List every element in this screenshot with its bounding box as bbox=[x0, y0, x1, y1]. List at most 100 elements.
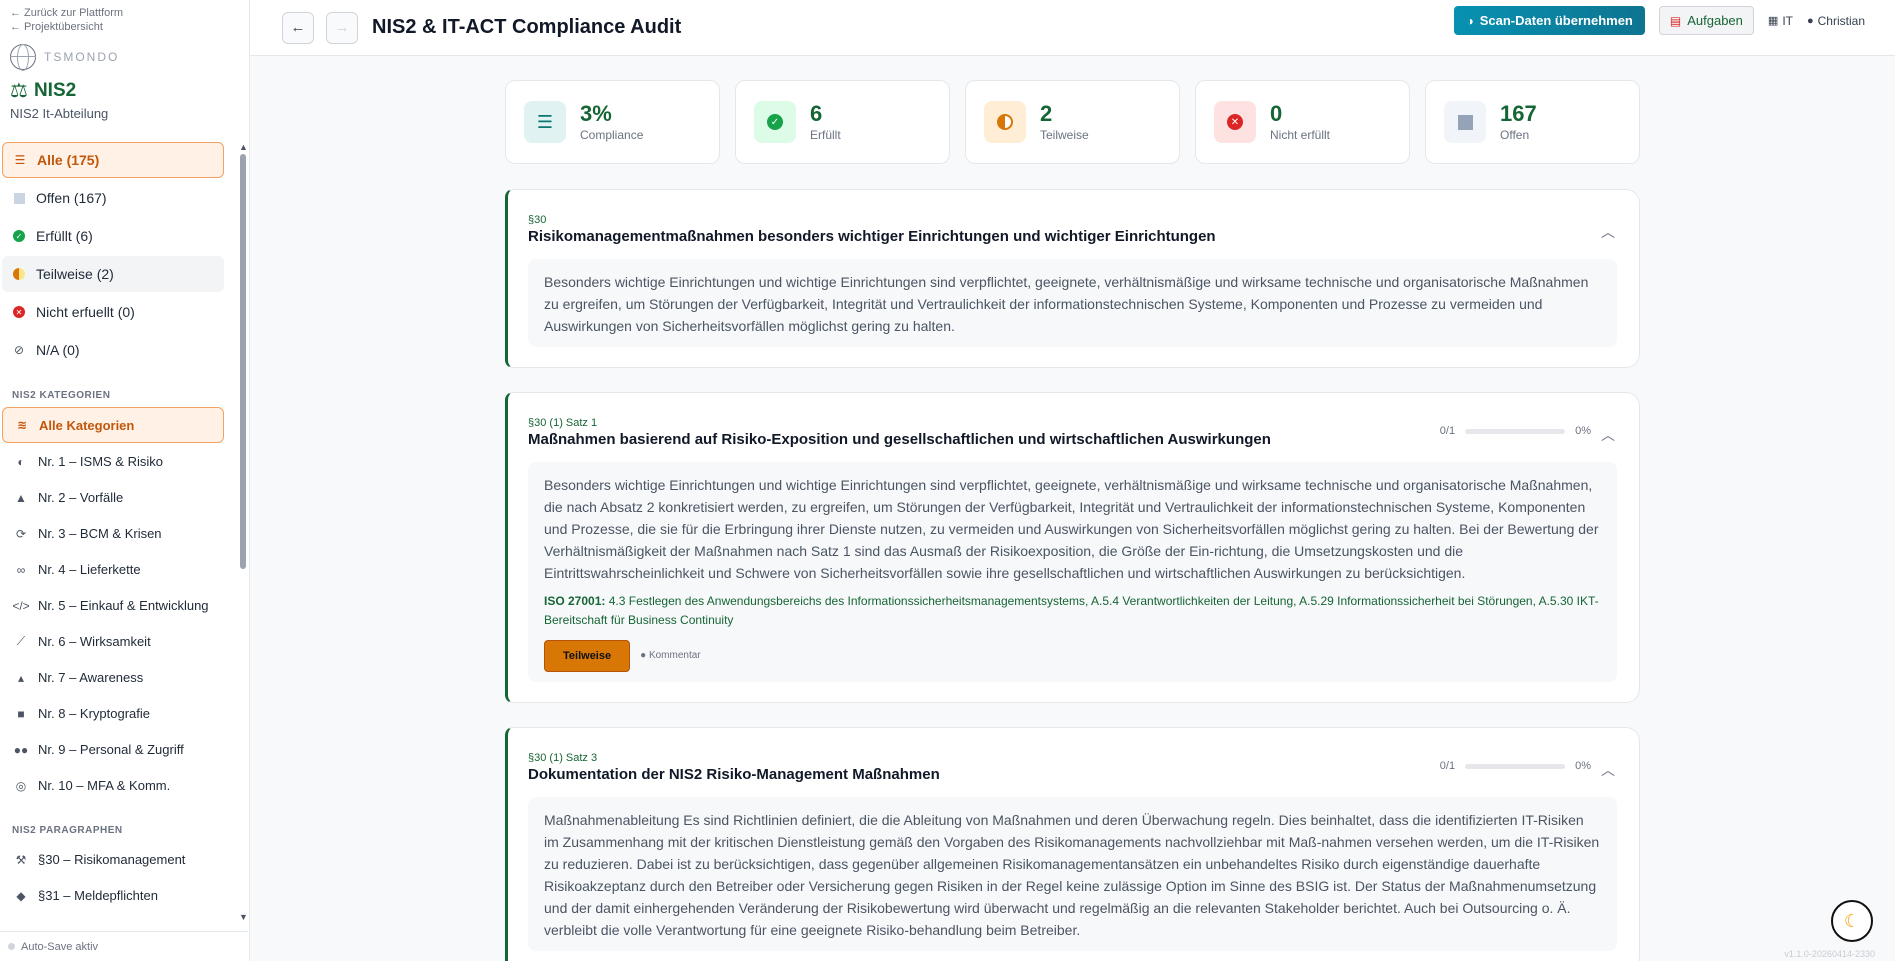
half-circle-icon bbox=[984, 101, 1026, 143]
shield-half-icon: ◑ bbox=[1466, 13, 1474, 28]
dark-mode-toggle[interactable]: ☾ bbox=[1831, 900, 1873, 942]
stat-value: 6 bbox=[810, 101, 823, 126]
comment-icon: ● bbox=[640, 650, 647, 661]
filter-partial[interactable]: Teilweise (2) bbox=[2, 256, 224, 292]
category-label: Nr. 5 – Einkauf & Entwicklung bbox=[38, 598, 209, 613]
layers-icon: ≋ bbox=[16, 418, 28, 432]
fingerprint-icon: ◎ bbox=[15, 778, 27, 793]
tasks-button[interactable]: ▤ Aufgaben bbox=[1658, 6, 1754, 35]
back-to-platform-link[interactable]: ← Zurück zur Plattform bbox=[10, 6, 239, 20]
version-label: v1.1.0-20260414-2330 bbox=[1784, 949, 1875, 959]
chevron-up-icon[interactable]: ︿ bbox=[1601, 760, 1615, 780]
progress-percent: 0% bbox=[1575, 760, 1591, 772]
scrollbar-thumb[interactable] bbox=[240, 154, 246, 569]
checklist-icon: ☰ bbox=[524, 101, 566, 143]
sidebar-scrollbar[interactable]: ▲ ▼ bbox=[239, 142, 248, 922]
user-menu[interactable]: ● Christian bbox=[1807, 14, 1865, 28]
user-name: Christian bbox=[1817, 13, 1865, 28]
page-title: NIS2 & IT-ACT Compliance Audit bbox=[372, 16, 682, 38]
x-circle-icon: ✕ bbox=[12, 306, 26, 318]
check-circle-icon: ✓ bbox=[12, 230, 26, 242]
globe-logo-icon bbox=[10, 44, 36, 71]
brand: TSMONDO bbox=[10, 44, 239, 71]
scale-icon: ⚖ bbox=[10, 80, 28, 102]
category-label: Nr. 3 – BCM & Krisen bbox=[38, 526, 162, 541]
bell-icon: ◆ bbox=[16, 888, 26, 903]
filter-label: Offen (167) bbox=[36, 190, 107, 206]
comment-button[interactable]: ● Kommentar bbox=[640, 645, 701, 667]
square-icon bbox=[12, 192, 26, 204]
category-item[interactable]: ▴ Nr. 7 – Awareness bbox=[2, 660, 224, 695]
filter-open[interactable]: Offen (167) bbox=[2, 180, 224, 216]
category-label: Nr. 7 – Awareness bbox=[38, 670, 144, 685]
filter-na[interactable]: ⊘ N/A (0) bbox=[2, 332, 224, 368]
requirement-text: Besonders wichtige Einrichtungen und wic… bbox=[544, 477, 1599, 581]
category-item[interactable]: ■ Nr. 8 – Kryptografie bbox=[2, 696, 224, 731]
users-icon: ●● bbox=[13, 742, 29, 757]
chevron-up-icon[interactable]: ︿ bbox=[1601, 222, 1615, 242]
requirement-card: §30 Risikomanagementmaßnahmen besonders … bbox=[505, 189, 1640, 368]
category-label: Nr. 10 – MFA & Komm. bbox=[38, 778, 171, 793]
category-item[interactable]: ⟋ Nr. 6 – Wirksamkeit bbox=[2, 624, 224, 659]
autosave-status: Auto-Save aktiv bbox=[0, 931, 248, 961]
tasks-label: Aufgaben bbox=[1687, 13, 1743, 28]
stat-value: 3% bbox=[580, 101, 612, 126]
check-circle-icon: ✓ bbox=[754, 101, 796, 143]
category-label: Nr. 4 – Lieferkette bbox=[38, 562, 141, 577]
half-circle-icon bbox=[12, 268, 26, 280]
stat-label: Compliance bbox=[580, 128, 644, 142]
filter-fulfilled[interactable]: ✓ Erfüllt (6) bbox=[2, 218, 224, 254]
stat-open: 167 Offen bbox=[1425, 80, 1640, 164]
back-to-projects-link[interactable]: ← Projektübersicht bbox=[10, 20, 239, 34]
stat-partial: 2 Teilweise bbox=[965, 80, 1180, 164]
product-title: ⚖ NIS2 bbox=[10, 78, 239, 103]
back-button[interactable]: ← bbox=[282, 11, 314, 44]
sidebar-scroll-area: ☰ Alle (175) Offen (167) ✓ Erfüllt (6) T… bbox=[0, 140, 248, 931]
status-button[interactable]: Teilweise bbox=[544, 640, 631, 672]
category-item[interactable]: ●● Nr. 9 – Personal & Zugriff bbox=[2, 732, 224, 767]
category-item[interactable]: </> Nr. 5 – Einkauf & Entwicklung bbox=[2, 588, 224, 623]
paragraphs-section-label: NIS2 PARAGRAPHEN bbox=[12, 825, 123, 836]
filter-not-fulfilled[interactable]: ✕ Nicht erfuellt (0) bbox=[2, 294, 224, 330]
scan-data-button[interactable]: ◑ Scan-Daten übernehmen bbox=[1454, 6, 1645, 35]
category-item[interactable]: ∞ Nr. 4 – Lieferkette bbox=[2, 552, 224, 587]
forward-button[interactable]: → bbox=[326, 11, 358, 44]
paragraph-item[interactable]: ⚒ §30 – Risikomanagement bbox=[2, 842, 224, 877]
progress-count: 0/1 bbox=[1439, 760, 1456, 772]
user-icon: ● bbox=[1806, 14, 1814, 27]
sidebar: ← Zurück zur Plattform ← Projektübersich… bbox=[0, 0, 250, 961]
filter-label: Nicht erfuellt (0) bbox=[36, 304, 135, 320]
filter-all[interactable]: ☰ Alle (175) bbox=[2, 142, 224, 178]
scroll-up-icon[interactable]: ▲ bbox=[239, 142, 248, 152]
category-all[interactable]: ≋ Alle Kategorien bbox=[2, 407, 224, 443]
progress-count: 0/1 bbox=[1439, 425, 1456, 437]
filter-label: Erfüllt (6) bbox=[36, 228, 93, 244]
ban-icon: ⊘ bbox=[13, 343, 25, 357]
category-item[interactable]: ◐ Nr. 1 – ISMS & Risiko bbox=[2, 444, 224, 479]
paragraph-item[interactable]: ◆ §31 – Meldepflichten bbox=[2, 878, 224, 913]
gavel-icon: ⚒ bbox=[15, 852, 27, 867]
top-header: ← → NIS2 & IT-ACT Compliance Audit ◑ Sca… bbox=[250, 0, 1895, 56]
requirement-text: Besonders wichtige Einrichtungen und wic… bbox=[528, 259, 1617, 347]
filter-label: Alle (175) bbox=[37, 152, 100, 168]
arrow-left-icon: ← bbox=[290, 19, 306, 36]
iso-mapping: ISO 27001: 4.3 Festlegen des Anwendungsb… bbox=[544, 592, 1601, 630]
stat-label: Nicht erfüllt bbox=[1270, 128, 1331, 142]
product-name: NIS2 bbox=[33, 79, 77, 101]
progress-bar bbox=[1465, 763, 1566, 769]
chevron-up-icon[interactable]: ︿ bbox=[1601, 425, 1615, 445]
iso-label: ISO 27001: bbox=[544, 594, 606, 608]
category-item[interactable]: ▲ Nr. 2 – Vorfälle bbox=[2, 480, 224, 515]
category-label: Nr. 1 – ISMS & Risiko bbox=[38, 454, 163, 469]
iso-text: 4.3 Festlegen des Anwendungsbereichs des… bbox=[544, 594, 1599, 627]
stats-row: ☰ 3% Compliance ✓ 6 Erfüllt 2 Teilweise ✕ 0… bbox=[505, 80, 1640, 164]
link-icon: ∞ bbox=[16, 562, 26, 577]
category-item[interactable]: ◎ Nr. 10 – MFA & Komm. bbox=[2, 768, 224, 803]
department-indicator: ▦ IT bbox=[1768, 14, 1793, 28]
clipboard-icon: ▤ bbox=[1669, 13, 1682, 28]
stat-value: 0 bbox=[1270, 101, 1283, 126]
x-circle-icon: ✕ bbox=[1214, 101, 1256, 143]
department-label: IT bbox=[1782, 13, 1793, 28]
category-item[interactable]: ⟳ Nr. 3 – BCM & Krisen bbox=[2, 516, 224, 551]
scroll-down-icon[interactable]: ▼ bbox=[239, 912, 248, 922]
